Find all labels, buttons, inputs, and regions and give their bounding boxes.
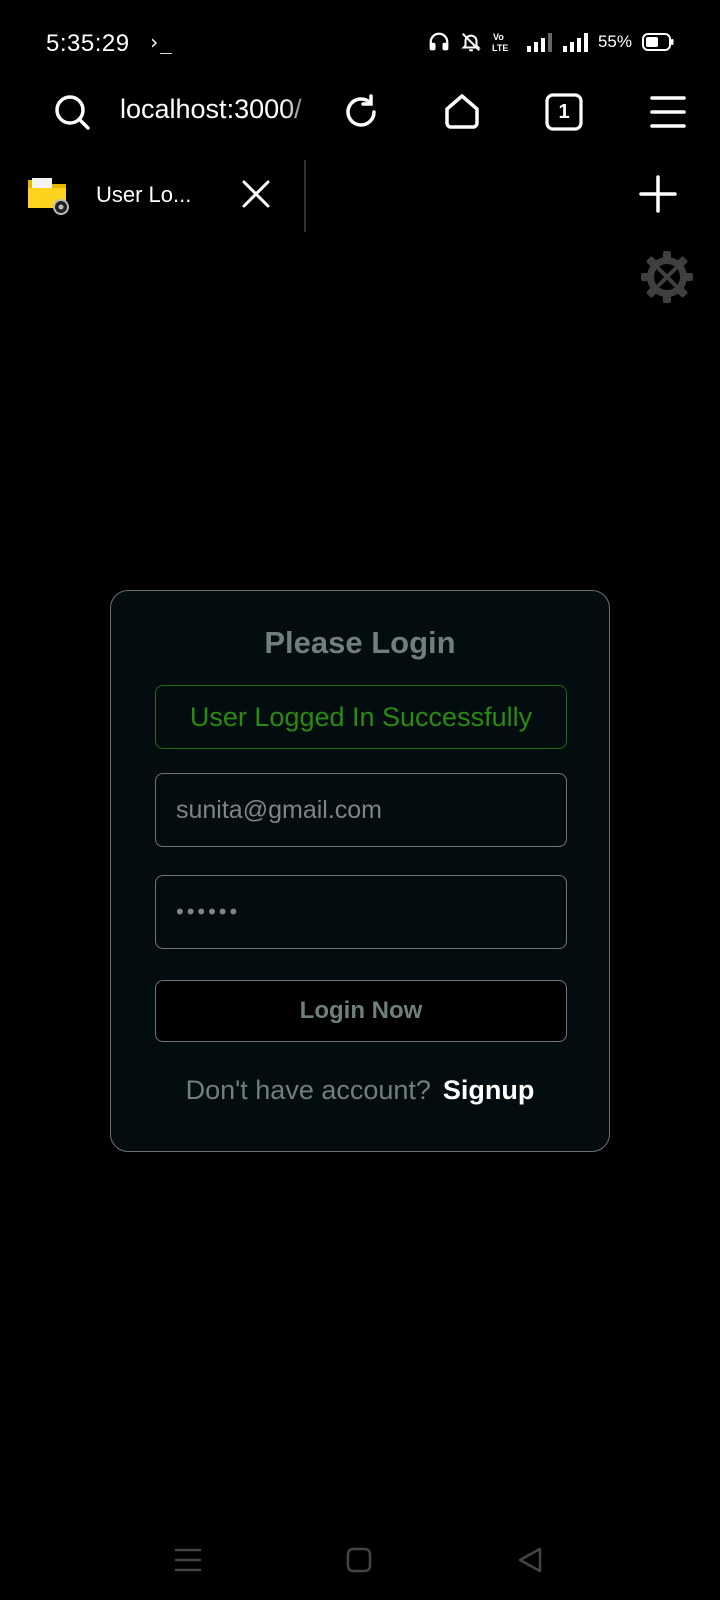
tab-title[interactable]: User Lo...: [96, 182, 191, 208]
signal-icon-1: [526, 32, 552, 52]
login-button[interactable]: Login Now: [155, 980, 567, 1042]
signup-row: Don't have account? Signup: [111, 1075, 609, 1106]
developer-tools-gear-icon[interactable]: [640, 250, 694, 304]
home-icon[interactable]: [440, 90, 484, 134]
terminal-icon: ›_: [148, 30, 173, 54]
signup-link[interactable]: Signup: [443, 1075, 534, 1106]
tab-switcher-button[interactable]: 1: [542, 90, 586, 134]
home-nav-icon[interactable]: [339, 1540, 379, 1580]
tab-divider: [304, 160, 306, 232]
password-input[interactable]: ••••••: [155, 875, 567, 949]
status-time: 5:35:29: [46, 30, 130, 57]
system-nav-bar: [0, 1520, 720, 1600]
svg-text:Vo: Vo: [493, 32, 504, 42]
status-icons: Vo LTE 55%: [428, 28, 674, 56]
signup-prompt: Don't have account?: [185, 1075, 431, 1105]
screen: 5:35:29 ›_ Vo LTE 55% localhost:3000/ 1 …: [0, 0, 720, 1600]
signal-icon-2: [562, 32, 588, 52]
browser-toolbar: localhost:3000/ 1: [0, 80, 720, 144]
new-tab-icon[interactable]: [636, 172, 680, 216]
folder-gear-icon: [26, 172, 70, 216]
login-title: Please Login: [264, 625, 456, 660]
tab-count: 1: [558, 100, 570, 123]
battery-icon: [642, 33, 674, 51]
volte-icon: Vo LTE: [492, 31, 516, 53]
url-bar[interactable]: localhost:3000/: [120, 94, 320, 130]
success-alert: User Logged In Successfully: [155, 685, 567, 749]
status-bar: 5:35:29 ›_ Vo LTE 55%: [0, 0, 720, 88]
battery-percent: 55%: [597, 32, 632, 51]
search-icon[interactable]: [50, 90, 94, 134]
tab-strip: User Lo...: [0, 158, 720, 232]
bell-muted-icon: [460, 31, 482, 53]
reload-icon[interactable]: [339, 90, 383, 134]
email-input[interactable]: sunita@gmail.com: [155, 773, 567, 847]
svg-text:LTE: LTE: [492, 43, 508, 53]
back-icon[interactable]: [510, 1540, 550, 1580]
menu-icon[interactable]: [646, 90, 690, 134]
headphones-icon: [428, 31, 450, 53]
close-tab-icon[interactable]: [236, 174, 276, 214]
login-card: Please Login User Logged In Successfully…: [110, 590, 610, 1152]
recent-apps-icon[interactable]: [168, 1540, 208, 1580]
